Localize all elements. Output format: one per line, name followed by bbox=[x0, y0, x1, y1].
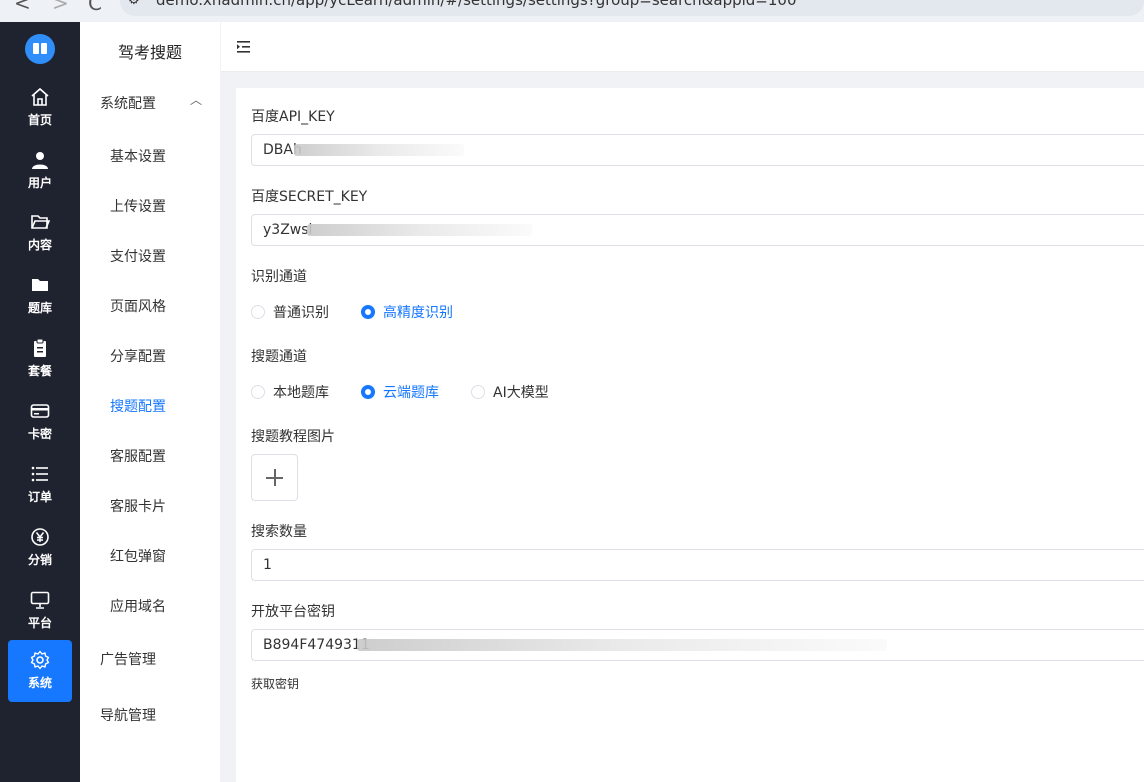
radio-label: 本地题库 bbox=[273, 385, 329, 401]
rail-item-label: 首页 bbox=[27, 113, 52, 127]
submenu-group-label: 系统配置 bbox=[100, 96, 156, 112]
rail-item-package[interactable]: 套餐 bbox=[8, 328, 72, 390]
monitor-icon bbox=[30, 591, 50, 609]
radio-label: AI大模型 bbox=[493, 385, 549, 401]
home-icon bbox=[31, 87, 49, 106]
yen-icon bbox=[31, 528, 49, 546]
reload-icon[interactable]: C bbox=[88, 0, 102, 15]
rail-item-question-bank[interactable]: 题库 bbox=[8, 265, 72, 327]
submenu-item-service-card[interactable]: 客服卡片 bbox=[110, 496, 166, 516]
radio-label: 云端题库 bbox=[383, 385, 439, 401]
ocr-channel-label: 识别通道 bbox=[251, 269, 307, 285]
back-icon[interactable]: < bbox=[14, 0, 31, 15]
url-text[interactable]: demo.xhadmin.cn/app/ycLearn/admin/#/sett… bbox=[156, 0, 797, 9]
rail-item-platform[interactable]: 平台 bbox=[8, 580, 72, 642]
radio-circle bbox=[251, 305, 265, 319]
rail-item-home[interactable]: 首页 bbox=[8, 77, 72, 139]
list-icon bbox=[31, 466, 48, 482]
open-key-label: 开放平台密钥 bbox=[251, 604, 335, 620]
get-key-link[interactable]: 获取密钥 bbox=[251, 675, 299, 692]
submenu-item-domain[interactable]: 应用域名 bbox=[110, 596, 166, 616]
rail-item-user[interactable]: 用户 bbox=[8, 140, 72, 202]
tutorial-image-label: 搜题教程图片 bbox=[251, 429, 335, 445]
radio-circle bbox=[361, 385, 375, 399]
rail-item-label: 套餐 bbox=[27, 364, 52, 378]
submenu-item-red-packet[interactable]: 红包弹窗 bbox=[110, 546, 166, 566]
redaction-blur bbox=[294, 144, 464, 156]
rail-item-orders[interactable]: 订单 bbox=[8, 454, 72, 516]
chevron-up-icon: ︿ bbox=[190, 93, 203, 107]
open-key-input[interactable]: B894F4749311 bbox=[251, 629, 1144, 661]
menu-fold-icon[interactable] bbox=[237, 40, 253, 54]
image-upload-button[interactable] bbox=[251, 454, 298, 501]
submenu-item-service[interactable]: 客服配置 bbox=[110, 446, 166, 466]
rail-item-content[interactable]: 内容 bbox=[8, 202, 72, 264]
submenu-group-system[interactable]: 系统配置 ︿ bbox=[100, 93, 202, 113]
submenu-item-page-style[interactable]: 页面风格 bbox=[110, 296, 166, 316]
rail-item-label: 内容 bbox=[27, 238, 52, 252]
rail-item-label: 系统 bbox=[27, 676, 52, 690]
rail-item-card-key[interactable]: 卡密 bbox=[8, 391, 72, 453]
api-key-input[interactable]: DBAh bbox=[251, 134, 1144, 166]
settings-form-card: 百度API_KEY DBAh 百度SECRET_KEY y3Zwsl 识别通道 … bbox=[236, 88, 1144, 782]
rail-item-label: 卡密 bbox=[27, 427, 52, 441]
forward-icon[interactable]: > bbox=[52, 0, 69, 15]
rail-item-label: 分销 bbox=[27, 553, 52, 567]
gear-icon bbox=[30, 650, 50, 670]
secret-key-input[interactable]: y3Zwsl bbox=[251, 214, 1144, 246]
app-logo-icon[interactable] bbox=[25, 34, 55, 64]
rail-item-label: 用户 bbox=[27, 176, 52, 190]
rail-item-label: 订单 bbox=[27, 490, 52, 504]
submenu-item-basic[interactable]: 基本设置 bbox=[110, 146, 166, 166]
app-title: 驾考搜题 bbox=[117, 43, 182, 62]
rail-item-label: 题库 bbox=[27, 301, 52, 315]
folder-open-icon bbox=[31, 215, 50, 229]
rail-item-system[interactable]: 系统 bbox=[8, 640, 72, 702]
site-info-icon[interactable]: ⚙ bbox=[128, 0, 140, 8]
browser-bar: < > C ⚙ demo.xhadmin.cn/app/ycLearn/admi… bbox=[0, 0, 1144, 22]
radio-label: 高精度识别 bbox=[383, 305, 453, 321]
open-key-value: B894F4749311 bbox=[263, 637, 370, 653]
card-icon bbox=[30, 404, 50, 418]
submenu-item-search[interactable]: 搜题配置 bbox=[110, 396, 166, 416]
submenu-group-nav[interactable]: 导航管理 bbox=[100, 705, 156, 725]
submenu-item-payment[interactable]: 支付设置 bbox=[110, 246, 166, 266]
search-channel-label: 搜题通道 bbox=[251, 349, 307, 365]
clipboard-icon bbox=[34, 338, 46, 357]
secret-key-label: 百度SECRET_KEY bbox=[251, 189, 368, 205]
rail-item-distribution[interactable]: 分销 bbox=[8, 517, 72, 579]
search-count-input[interactable]: 1 bbox=[251, 549, 1144, 581]
user-icon bbox=[32, 152, 48, 169]
folder-icon bbox=[32, 279, 48, 291]
radio-circle bbox=[251, 385, 265, 399]
main-nav-rail: 首页 用户 内容 题库 套餐 卡密 订单 分销 平台 系统 bbox=[0, 22, 80, 782]
submenu-item-upload[interactable]: 上传设置 bbox=[110, 196, 166, 216]
submenu-group-ads[interactable]: 广告管理 bbox=[100, 649, 156, 669]
redaction-blur bbox=[307, 224, 532, 236]
search-count-value: 1 bbox=[263, 557, 272, 573]
settings-submenu: 驾考搜题 系统配置 ︿ 基本设置 上传设置 支付设置 页面风格 分享配置 搜题配… bbox=[80, 22, 220, 782]
submenu-item-share[interactable]: 分享配置 bbox=[110, 346, 166, 366]
rail-item-label: 平台 bbox=[27, 616, 52, 630]
redaction-blur bbox=[357, 639, 887, 651]
radio-label: 普通识别 bbox=[273, 305, 329, 321]
plus-icon-stroke bbox=[274, 469, 276, 486]
search-count-label: 搜索数量 bbox=[251, 524, 307, 540]
radio-circle bbox=[471, 385, 485, 399]
radio-circle bbox=[361, 305, 375, 319]
api-key-label: 百度API_KEY bbox=[251, 109, 335, 125]
top-bar bbox=[221, 22, 1144, 72]
secret-key-value: y3Zwsl bbox=[263, 222, 313, 238]
